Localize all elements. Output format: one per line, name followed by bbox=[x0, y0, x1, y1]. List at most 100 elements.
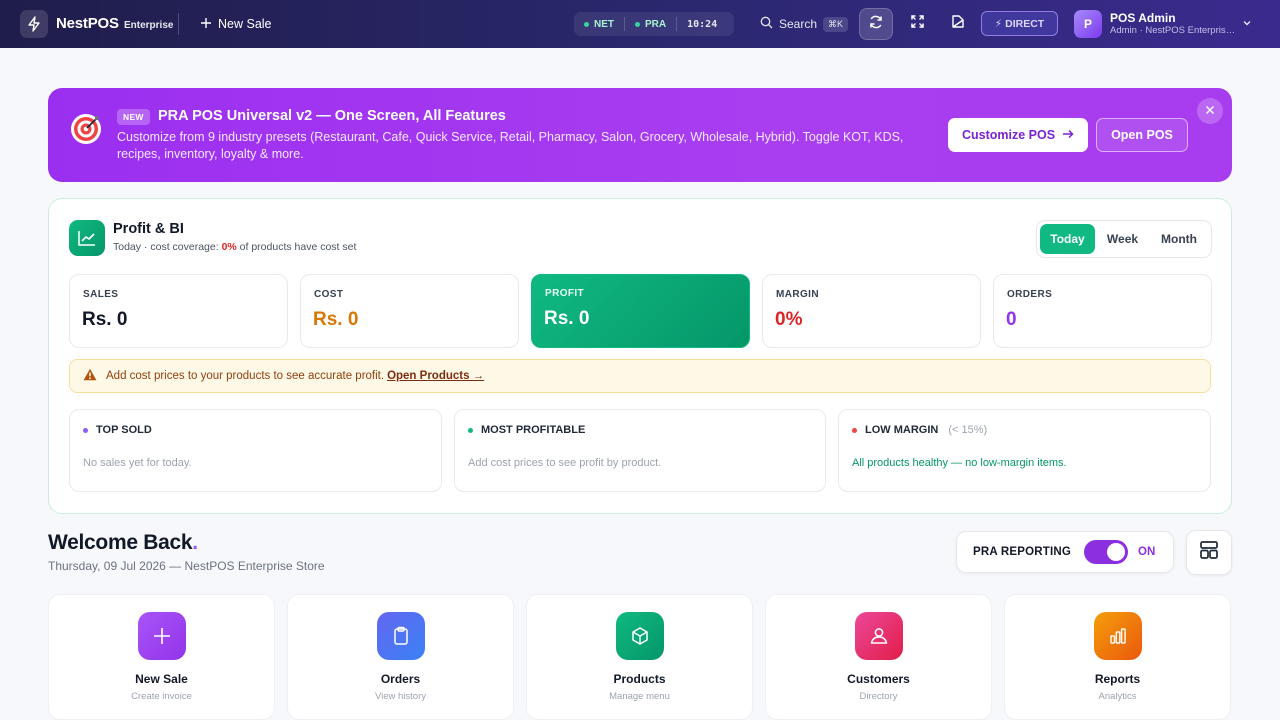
tile-customers[interactable]: Customers Directory bbox=[765, 594, 992, 720]
bar-chart-icon bbox=[1094, 612, 1142, 660]
welcome-title-text: Welcome Back bbox=[48, 531, 193, 554]
pra-status-label: PRA bbox=[645, 18, 667, 30]
tile-customers-title: Customers bbox=[847, 672, 910, 686]
layout-grid-icon bbox=[1199, 540, 1219, 565]
direct-mode-button[interactable]: ⚡ DIRECT bbox=[981, 11, 1058, 36]
metric-cost: COST Rs. 0 bbox=[300, 274, 519, 348]
box-icon bbox=[616, 612, 664, 660]
trend-chart-icon bbox=[69, 220, 105, 256]
insight-top-sold-header: TOP SOLD bbox=[83, 424, 152, 436]
metric-margin: MARGIN 0% bbox=[762, 274, 981, 348]
purple-dot-icon bbox=[83, 427, 88, 433]
lightning-logo-icon[interactable] bbox=[20, 10, 48, 38]
metric-sales-value: Rs. 0 bbox=[82, 309, 128, 330]
pra-reporting-label: PRA REPORTING bbox=[973, 546, 1072, 558]
metric-orders: ORDERS 0 bbox=[993, 274, 1212, 348]
tile-new-sale[interactable]: New Sale Create invoice bbox=[48, 594, 275, 720]
bi-title: Profit & BI bbox=[113, 221, 184, 237]
tile-orders-subtitle: View history bbox=[374, 691, 427, 702]
refresh-icon bbox=[868, 14, 884, 35]
period-today-button[interactable]: Today bbox=[1040, 224, 1095, 254]
tile-reports-title: Reports bbox=[1094, 672, 1141, 686]
promo-banner: NEW PRA POS Universal v2 — One Screen, A… bbox=[48, 88, 1232, 182]
expand-icon bbox=[910, 14, 925, 34]
welcome-title: Welcome Back. bbox=[48, 531, 198, 555]
period-selector: Today Week Month bbox=[1036, 220, 1212, 258]
clock-time: 10:24 bbox=[687, 18, 718, 30]
clipboard-icon bbox=[377, 612, 425, 660]
open-pos-label: Open POS bbox=[1111, 128, 1173, 142]
profit-bi-card: Profit & BI Today · cost coverage: 0% of… bbox=[48, 198, 1232, 514]
tile-products-subtitle: Manage menu bbox=[609, 691, 670, 702]
warning-icon bbox=[83, 368, 97, 384]
brand-edition: Enterprise bbox=[124, 20, 174, 31]
tile-new-sale-subtitle: Create invoice bbox=[131, 691, 192, 702]
insight-top-sold-title: TOP SOLD bbox=[96, 424, 152, 436]
plus-icon bbox=[200, 17, 212, 32]
customize-pos-button[interactable]: Customize POS bbox=[948, 118, 1088, 152]
target-icon bbox=[68, 110, 104, 146]
bi-subtitle: Today · cost coverage: 0% of products ha… bbox=[113, 241, 356, 253]
tile-reports[interactable]: Reports Analytics bbox=[1004, 594, 1231, 720]
new-sale-link[interactable]: New Sale bbox=[200, 14, 272, 34]
tile-orders-title: Orders bbox=[380, 672, 421, 686]
insight-low-margin-body: All products healthy — no low-margin ite… bbox=[852, 457, 1067, 469]
metric-orders-label: ORDERS bbox=[1007, 289, 1053, 300]
bi-subtitle-prefix: Today · cost coverage: bbox=[113, 241, 222, 253]
search-label: Search bbox=[779, 17, 818, 31]
metric-orders-value: 0 bbox=[1006, 309, 1017, 330]
metric-profit: PROFIT Rs. 0 bbox=[531, 274, 750, 348]
period-month-button[interactable]: Month bbox=[1150, 224, 1208, 254]
search-icon bbox=[760, 16, 773, 32]
lightning-icon: ⚡ bbox=[994, 17, 1003, 30]
tile-reports-subtitle: Analytics bbox=[1098, 691, 1137, 702]
customize-pos-label: Customize POS bbox=[961, 128, 1056, 142]
tile-products[interactable]: Products Manage menu bbox=[526, 594, 753, 720]
layout-toggle-icon bbox=[950, 14, 965, 34]
insight-top-sold-body: No sales yet for today. bbox=[83, 457, 192, 469]
close-icon bbox=[1205, 102, 1215, 120]
warning-text: Add cost prices to your products to see … bbox=[106, 370, 385, 382]
user-icon bbox=[855, 612, 903, 660]
welcome-accent-dot: . bbox=[192, 531, 198, 554]
open-pos-button[interactable]: Open POS bbox=[1096, 118, 1188, 152]
close-banner-button[interactable] bbox=[1197, 98, 1223, 124]
tile-orders[interactable]: Orders View history bbox=[287, 594, 514, 720]
red-dot-icon bbox=[852, 427, 857, 433]
net-status: NET bbox=[574, 17, 625, 31]
net-status-dot-icon bbox=[584, 21, 589, 27]
direct-label: DIRECT bbox=[1005, 17, 1045, 30]
tile-products-title: Products bbox=[613, 672, 666, 686]
period-week-button[interactable]: Week bbox=[1097, 224, 1148, 254]
insight-most-profitable-title: MOST PROFITABLE bbox=[481, 424, 586, 436]
tile-customers-subtitle: Directory bbox=[859, 691, 898, 702]
new-badge: NEW bbox=[117, 109, 150, 125]
pra-reporting-toggle-card: PRA REPORTING ON bbox=[956, 531, 1174, 573]
arrow-right-icon bbox=[1062, 128, 1074, 142]
topbar-divider bbox=[178, 13, 179, 35]
pra-reporting-toggle[interactable] bbox=[1084, 540, 1129, 564]
insight-low-margin: LOW MARGIN (< 15%) All products healthy … bbox=[838, 409, 1211, 492]
brand-name: NestPOS bbox=[56, 15, 119, 32]
pra-status-dot-icon bbox=[635, 21, 640, 27]
net-status-label: NET bbox=[594, 18, 614, 30]
open-products-link[interactable]: Open Products → bbox=[387, 370, 484, 382]
bi-subtitle-suffix: of products have cost set bbox=[236, 241, 357, 253]
search-button[interactable]: Search ⌘K bbox=[760, 13, 849, 35]
metric-cost-label: COST bbox=[314, 289, 344, 300]
cost-warning: Add cost prices to your products to see … bbox=[69, 359, 1211, 393]
customize-layout-button[interactable] bbox=[1186, 530, 1232, 575]
sync-button[interactable] bbox=[859, 8, 893, 40]
top-bar: NestPOS Enterprise New Sale NET PRA 10:2… bbox=[0, 0, 1280, 48]
pra-status: PRA bbox=[625, 17, 678, 31]
fullscreen-button[interactable] bbox=[900, 8, 934, 40]
toggle-knob bbox=[1107, 543, 1126, 561]
new-sale-label: New Sale bbox=[218, 17, 272, 31]
avatar: P bbox=[1074, 10, 1102, 38]
theme-button[interactable] bbox=[940, 8, 974, 40]
user-menu[interactable]: P POS Admin Admin · NestPOS Enterprise..… bbox=[1074, 10, 1260, 38]
tile-new-sale-title: New Sale bbox=[135, 672, 188, 686]
metric-cost-value: Rs. 0 bbox=[313, 309, 359, 330]
insight-most-profitable: MOST PROFITABLE Add cost prices to see p… bbox=[454, 409, 826, 492]
metric-profit-value: Rs. 0 bbox=[544, 308, 590, 329]
